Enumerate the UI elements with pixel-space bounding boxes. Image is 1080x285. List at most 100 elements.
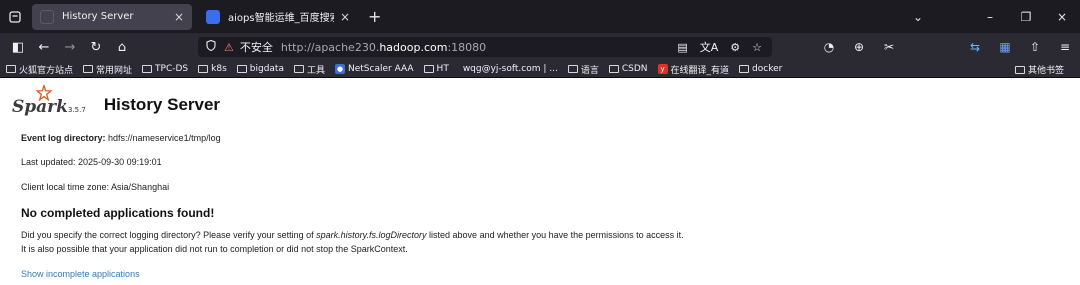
- bookmark-label: HT: [436, 64, 449, 74]
- help-text-pre: Did you specify the correct logging dire…: [21, 230, 317, 240]
- bookmark-folder[interactable]: k8s: [198, 64, 227, 74]
- folder-icon: [423, 65, 434, 73]
- bookmark-link[interactable]: y 在线翻译_有道: [657, 63, 730, 76]
- spark-version: 3.5.7: [68, 106, 86, 114]
- bookmarks-bar: 火狐官方站点 常用网址 TPC-DS k8s bigdata 工具 ● NetSc…: [0, 61, 1080, 78]
- close-tab-icon[interactable]: ×: [340, 10, 350, 24]
- no-apps-heading: No completed applications found!: [21, 206, 215, 220]
- home-icon[interactable]: ⌂: [110, 40, 134, 55]
- share-icon[interactable]: ⇧: [1020, 40, 1050, 54]
- reader-view-icon[interactable]: ▤: [677, 41, 687, 54]
- extensions-icon[interactable]: ⚙: [730, 41, 740, 54]
- folder-icon: [293, 65, 304, 73]
- page-title: History Server: [103, 95, 221, 114]
- tab-history-server[interactable]: History Server ×: [32, 3, 192, 30]
- extension-timer-icon[interactable]: ◔: [814, 40, 844, 54]
- folder-icon: [142, 65, 153, 73]
- bookmark-folder[interactable]: bigdata: [236, 64, 284, 74]
- bookmark-label: 在线翻译_有道: [670, 65, 730, 76]
- translate-icon[interactable]: 文A: [700, 39, 719, 55]
- last-updated: Last updated: 2025-09-30 09:19:01: [21, 157, 162, 167]
- bookmark-link[interactable]: ● NetScaler AAA: [335, 64, 414, 74]
- spark-star-icon: [35, 83, 53, 105]
- menu-icon[interactable]: ≡: [1050, 40, 1080, 54]
- extension-grid-icon[interactable]: ▦: [990, 40, 1020, 54]
- window-controls: ⌄ – ❐ ×: [900, 0, 1080, 33]
- tab-bar: History Server × aiops智能运维_百度搜索 × + ⌄ – …: [0, 0, 1080, 33]
- folder-icon: [83, 65, 94, 73]
- bookmark-label: 语言: [580, 65, 599, 76]
- client-timezone: Client local time zone: Asia/Shanghai: [21, 182, 170, 192]
- close-window-button[interactable]: ×: [1044, 10, 1080, 24]
- toolbar-extensions: ◔ ⊕ ✂ ⇆ ▦ ⇧ ≡: [814, 33, 1080, 61]
- folder-icon: [236, 65, 247, 73]
- bookmark-folder[interactable]: 语言: [567, 63, 599, 76]
- spark-logo[interactable]: Spark: [10, 83, 68, 117]
- other-bookmarks-folder[interactable]: 其他书签: [1014, 61, 1064, 78]
- bookmark-label: k8s: [211, 64, 227, 74]
- baidu-favicon-icon: [206, 9, 220, 24]
- bookmark-folder[interactable]: 工具: [293, 63, 325, 76]
- list-all-tabs-icon[interactable]: ⌄: [900, 10, 936, 24]
- event-log-value: hdfs://nameservice1/tmp/log: [108, 133, 221, 143]
- url-actions: ▤ 文A ⚙ ☆: [677, 37, 762, 57]
- bookmark-label: NetScaler AAA: [348, 64, 414, 74]
- bookmark-folder[interactable]: 常用网址: [83, 63, 132, 76]
- screenshot-icon[interactable]: ✂: [874, 40, 904, 54]
- nav-toolbar: ◧ ← → ↻ ⌂ ⚠ 不安全 http://apache230. hadoop.…: [0, 33, 1080, 61]
- show-incomplete-link[interactable]: Show incomplete applications: [21, 269, 140, 279]
- page-content: Spark 3.5.7 History Server Event log dir…: [0, 79, 1080, 285]
- sidebar-icon[interactable]: ◧: [6, 40, 30, 55]
- url-bar[interactable]: ⚠ 不安全 http://apache230. hadoop.com:18080 …: [198, 37, 772, 57]
- bookmark-label: 工具: [306, 65, 325, 76]
- back-icon[interactable]: ←: [32, 40, 56, 55]
- bookmark-label: 其他书签: [1027, 66, 1064, 76]
- bookmark-label: TPC-DS: [155, 64, 189, 74]
- close-tab-icon[interactable]: ×: [174, 10, 184, 24]
- help-text-2: It is also possible that your applicatio…: [21, 244, 408, 254]
- reload-icon[interactable]: ↻: [84, 40, 108, 55]
- folder-icon: [567, 65, 578, 73]
- youdao-icon: y: [657, 64, 668, 74]
- bookmark-label: docker: [752, 64, 783, 74]
- url-port: :18080: [447, 40, 487, 54]
- url-prefix: http://apache230.: [280, 40, 380, 54]
- bookmark-star-icon[interactable]: ☆: [752, 41, 762, 54]
- tab-title: aiops智能运维_百度搜索: [228, 13, 334, 24]
- event-log-label: Event log directory:: [21, 133, 106, 143]
- folder-icon: [198, 65, 209, 73]
- bookmark-label: CSDN: [621, 64, 648, 74]
- extension-vpn-icon[interactable]: ⊕: [844, 40, 874, 54]
- tab-baidu-search[interactable]: aiops智能运维_百度搜索 ×: [198, 4, 358, 30]
- log-directory-setting: spark.history.fs.logDirectory: [316, 230, 427, 240]
- sync-icon[interactable]: ⇆: [960, 40, 990, 54]
- bookmark-label: 常用网址: [96, 65, 133, 76]
- folder-icon: [739, 65, 750, 73]
- bookmark-link[interactable]: wqg@yj-soft.com | ...: [463, 64, 558, 74]
- bookmark-folder[interactable]: TPC-DS: [142, 64, 188, 74]
- insecure-label: 不安全: [239, 41, 273, 54]
- bookmark-label: bigdata: [249, 64, 284, 74]
- restore-button[interactable]: ❐: [1008, 10, 1044, 24]
- bookmark-folder[interactable]: 火狐官方站点: [6, 63, 73, 76]
- folder-icon: [608, 65, 619, 73]
- help-text-post: listed above and whether you have the pe…: [426, 230, 684, 240]
- tab-list-icon[interactable]: [4, 6, 26, 28]
- tracking-shield-icon[interactable]: [206, 39, 216, 54]
- page-header: Spark 3.5.7 History Server: [10, 83, 221, 117]
- url-host: hadoop.com: [379, 40, 448, 54]
- new-tab-button[interactable]: +: [368, 7, 381, 26]
- event-log-line: Event log directory: hdfs://nameservice1…: [21, 133, 221, 143]
- tab-title: History Server: [62, 11, 134, 22]
- netscaler-icon: ●: [335, 64, 345, 74]
- folder-icon: [6, 65, 16, 73]
- bookmark-folder[interactable]: docker: [739, 64, 782, 74]
- bookmark-folder[interactable]: HT: [423, 64, 449, 74]
- bookmark-folder[interactable]: CSDN: [608, 64, 648, 74]
- help-text-1: Did you specify the correct logging dire…: [21, 230, 684, 240]
- insecure-lock-icon[interactable]: ⚠: [224, 41, 234, 54]
- spark-favicon-icon: [40, 9, 54, 24]
- minimize-button[interactable]: –: [972, 10, 1008, 24]
- folder-icon: [1014, 65, 1025, 74]
- forward-icon[interactable]: →: [58, 40, 82, 55]
